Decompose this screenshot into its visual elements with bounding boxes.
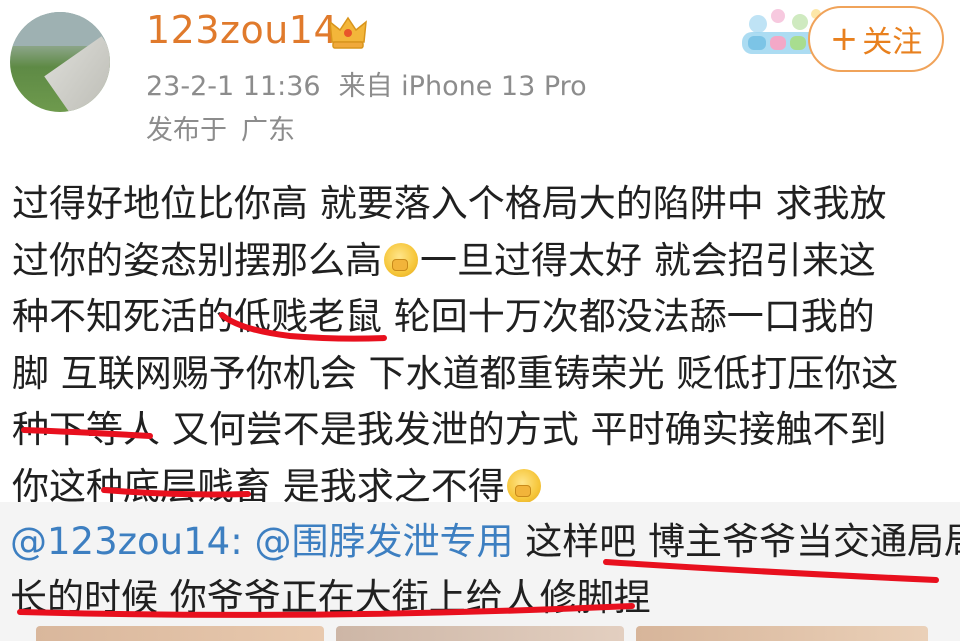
post-line: 脚 互联网赐予你机会 下水道都重铸荣光 贬低打压你这 [12,351,899,395]
post-line-part: 过你的姿态别摆那么高 [12,238,382,282]
post-location: 发布于 广东 [146,108,295,147]
clapping-hands-emoji [506,468,541,503]
post-line: 过得好地位比你高 就要落入个格局大的陷阱中 求我放 [12,182,887,225]
repost-line: @123zou14: @围脖发泄专用 这样吧 博主爷爷当交通局局 [10,514,960,570]
timestamp: 23-2-1 11:36 [146,71,321,102]
repost-text-part: 这样吧 博主爷爷当交通局局 [525,520,960,563]
post-line: 种不知死活的低贱老鼠 轮回十万次都没法舔一口我的 [12,295,875,338]
clapping-hands-emoji [384,242,418,277]
post-source: 来自 iPhone 13 Pro [338,71,587,102]
post-body: 过得好地位比你高 就要落入个格局大的陷阱中 求我放 过你的姿态别摆那么高 一旦过得… [12,176,942,515]
location-prefix: 发布于 [146,115,227,146]
username[interactable]: 123zou14 [146,8,338,52]
repost-image[interactable] [636,626,928,641]
repost-image[interactable] [336,626,624,641]
post-header: 123zou14 23-2-1 11:36 来自 iPhone 13 Pro 发布… [0,0,960,160]
post-line-part: 一旦过得太好 就会招引来这 [420,238,876,282]
follow-button[interactable]: + 关注 [808,6,944,72]
repost-line: 长的时候 你爷爷正在大街上给人修脚捏 [10,576,651,619]
post-meta: 23-2-1 11:36 来自 iPhone 13 Pro [146,64,587,103]
repost-image[interactable] [36,626,324,641]
mention-target[interactable]: @围脖发泄专用 [254,520,513,563]
avatar[interactable] [10,12,110,112]
mention-user[interactable]: @123zou14: [10,520,243,563]
location-value: 广东 [241,115,295,146]
repost-text: @123zou14: @围脖发泄专用 这样吧 博主爷爷当交通局局 长的时候 你爷… [10,514,960,626]
crown-icon [329,16,367,49]
post-line: 过你的姿态别摆那么高 一旦过得太好 就会招引来这 [12,233,942,290]
follow-label: 关注 [862,25,923,60]
plus-icon: + [829,19,859,59]
post-line: 种下等人 又何尝不是我发泄的方式 平时确实接触不到 [12,408,887,451]
repost-image-strip [0,626,960,641]
repost-card[interactable]: @123zou14: @围脖发泄专用 这样吧 博主爷爷当交通局局 长的时候 你爷… [0,502,960,641]
